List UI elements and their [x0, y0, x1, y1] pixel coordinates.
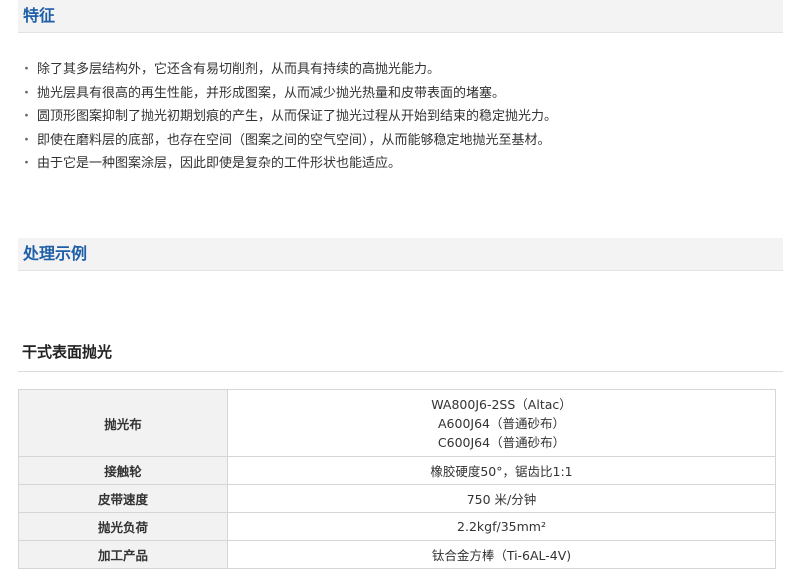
- cloth-value-3: C600J64（普通砂布）: [437, 434, 566, 450]
- bullet: ・: [20, 132, 34, 148]
- row-value-load: 2.2kgf/35mm²: [227, 512, 776, 541]
- feature-text: 即使在磨料层的底部，也存在空间（图案之间的空气空间），从而能够稳定地抛光至基材。: [37, 132, 551, 148]
- example-title: 干式表面抛光: [22, 343, 113, 361]
- bullet: ・: [20, 156, 34, 171]
- table-row: 接触轮 橡胶硬度50°，锯齿比1:1: [18, 456, 776, 485]
- examples-section-header: 处理示例: [18, 238, 783, 271]
- row-value-cloth: WA800J6-2SS（Altac） A600J64（普通砂布） C600J64…: [227, 389, 776, 457]
- features-section-title: 特征: [23, 6, 56, 25]
- feature-list: ・除了其多层结构外，它还含有易切削剂，从而具有持续的高抛光能力。 ・抛光层具有很…: [20, 58, 780, 176]
- row-value-speed: 750 米/分钟: [227, 484, 776, 513]
- list-item: ・即使在磨料层的底部，也存在空间（图案之间的空气空间），从而能够稳定地抛光至基材…: [20, 129, 780, 153]
- table-row: 抛光负荷 2.2kgf/35mm²: [18, 512, 776, 541]
- cloth-value-2: A600J64（普通砂布）: [437, 415, 565, 431]
- features-section-header: 特征: [18, 0, 783, 33]
- bullet: ・: [20, 62, 34, 77]
- list-item: ・除了其多层结构外，它还含有易切削剂，从而具有持续的高抛光能力。: [20, 58, 780, 82]
- list-item: ・由于它是一种图案涂层，因此即使是复杂的工件形状也能适应。: [20, 152, 780, 176]
- row-label-cloth: 抛光布: [18, 389, 228, 457]
- examples-section-title: 处理示例: [23, 244, 88, 263]
- row-value-wheel: 橡胶硬度50°，锯齿比1:1: [227, 456, 776, 485]
- table-row: 抛光布 WA800J6-2SS（Altac） A600J64（普通砂布） C60…: [18, 389, 776, 457]
- list-item: ・圆顶形图案抑制了抛光初期划痕的产生，从而保证了抛光过程从开始到结束的稳定抛光力…: [20, 105, 780, 129]
- row-value-product: 钛合金方棒（Ti-6AL-4V): [227, 540, 776, 569]
- table-row: 皮带速度 750 米/分钟: [18, 484, 776, 513]
- feature-text: 除了其多层结构外，它还含有易切削剂，从而具有持续的高抛光能力。: [37, 62, 441, 77]
- spec-table: 抛光布 WA800J6-2SS（Altac） A600J64（普通砂布） C60…: [18, 389, 776, 569]
- divider: [18, 371, 783, 372]
- feature-text: 由于它是一种图案涂层，因此即使是复杂的工件形状也能适应。: [37, 156, 402, 171]
- bullet: ・: [20, 85, 34, 101]
- row-label-load: 抛光负荷: [18, 512, 228, 541]
- feature-text: 抛光层具有很高的再生性能，并形成图案，从而减少抛光热量和皮带表面的堵塞。: [37, 85, 506, 101]
- row-label-product: 加工产品: [18, 540, 228, 569]
- row-label-wheel: 接触轮: [18, 456, 228, 485]
- cloth-value-1: WA800J6-2SS（Altac）: [431, 396, 572, 412]
- table-row: 加工产品 钛合金方棒（Ti-6AL-4V): [18, 540, 776, 569]
- feature-text: 圆顶形图案抑制了抛光初期划痕的产生，从而保证了抛光过程从开始到结束的稳定抛光力。: [37, 109, 558, 124]
- row-label-speed: 皮带速度: [18, 484, 228, 513]
- list-item: ・抛光层具有很高的再生性能，并形成图案，从而减少抛光热量和皮带表面的堵塞。: [20, 82, 780, 106]
- bullet: ・: [20, 109, 34, 124]
